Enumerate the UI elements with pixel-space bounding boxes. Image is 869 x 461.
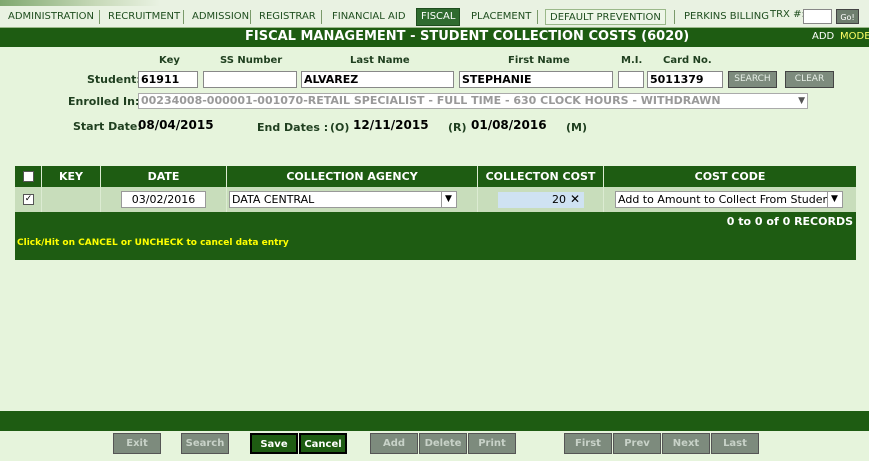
enrolled-in-select[interactable]: 00234008-000001-001070-RETAIL SPECIALIST… xyxy=(138,93,808,109)
nav-separator xyxy=(537,10,538,24)
enrolled-in-value: 00234008-000001-001070-RETAIL SPECIALIST… xyxy=(141,94,721,107)
cancel-hint: Click/Hit on CANCEL or UNCHECK to cancel… xyxy=(17,238,289,248)
mi-header: M.I. xyxy=(621,55,643,66)
nav-admission[interactable]: ADMISSION xyxy=(188,9,253,25)
mi-field[interactable] xyxy=(618,71,644,88)
col-cost-code-header: COST CODE xyxy=(694,170,766,183)
top-navigation: ADMINISTRATION RECRUITMENT ADMISSION REG… xyxy=(0,0,869,28)
end-dates-label: End Dates : xyxy=(257,121,329,134)
revised-end-label: (R) xyxy=(448,121,467,134)
nav-separator xyxy=(321,10,322,24)
first-button[interactable]: First xyxy=(564,433,612,454)
trx-label: TRX #: xyxy=(770,9,805,20)
revised-end-date: 01/08/2016 xyxy=(471,118,547,132)
column-divider xyxy=(41,166,42,212)
mode-label: MODE xyxy=(840,31,869,42)
nav-separator xyxy=(99,10,100,24)
col-date-header: DATE xyxy=(147,170,180,183)
last-button[interactable]: Last xyxy=(711,433,759,454)
ssn-header: SS Number xyxy=(220,55,283,66)
trx-input[interactable] xyxy=(803,9,832,24)
row-agency-value: DATA CENTRAL xyxy=(232,193,315,206)
go-button[interactable]: Go! xyxy=(836,9,859,24)
search-button[interactable]: SEARCH xyxy=(728,71,777,88)
first-name-header: First Name xyxy=(508,55,570,66)
row-cost-code-select[interactable]: Add to Amount to Collect From Student ▼ xyxy=(615,191,843,208)
row-agency-select[interactable]: DATA CENTRAL ▼ xyxy=(229,191,457,208)
nav-administration[interactable]: ADMINISTRATION xyxy=(4,9,98,25)
nav-financial-aid[interactable]: FINANCIAL AID xyxy=(328,9,410,25)
next-button[interactable]: Next xyxy=(662,433,710,454)
enrolled-in-label: Enrolled In: xyxy=(68,95,140,108)
card-no-header: Card No. xyxy=(663,55,712,66)
logo-strip xyxy=(0,0,160,6)
student-label: Student: xyxy=(87,73,141,86)
card-no-field[interactable]: 5011379 xyxy=(647,71,723,88)
clear-button[interactable]: CLEAR xyxy=(785,71,834,88)
start-date-value: 08/04/2015 xyxy=(138,118,214,132)
nav-perkins-billing[interactable]: PERKINS BILLING xyxy=(680,9,773,25)
clear-cost-icon[interactable]: ✕ xyxy=(570,192,580,206)
search-record-button[interactable]: Search xyxy=(181,433,229,454)
student-key-field[interactable]: 61911 xyxy=(138,71,198,88)
select-all-checkbox[interactable] xyxy=(23,171,34,182)
row-checkbox[interactable]: ✓ xyxy=(23,194,34,205)
original-end-label: (O) xyxy=(330,121,350,134)
exit-button[interactable]: Exit xyxy=(113,433,161,454)
col-agency-header: COLLECTION AGENCY xyxy=(286,170,418,183)
column-divider xyxy=(226,166,227,212)
nav-separator xyxy=(250,10,251,24)
nav-fiscal[interactable]: FISCAL xyxy=(416,8,461,26)
last-name-header: Last Name xyxy=(350,55,410,66)
grid-header: KEY DATE COLLECTION AGENCY COLLECTON COS… xyxy=(15,166,856,187)
nav-default-prevention[interactable]: DEFAULT PREVENTION xyxy=(545,9,666,25)
chevron-down-icon: ▼ xyxy=(441,192,455,207)
print-button[interactable]: Print xyxy=(468,433,516,454)
ssn-field[interactable] xyxy=(203,71,297,88)
title-bar: FISCAL MANAGEMENT - STUDENT COLLECTION C… xyxy=(0,28,869,47)
chevron-down-icon: ▼ xyxy=(798,96,805,106)
chevron-down-icon: ▼ xyxy=(827,192,841,207)
cancel-button[interactable]: Cancel xyxy=(299,433,347,454)
grid-footer: 0 to 0 of 0 RECORDS Click/Hit on CANCEL … xyxy=(15,212,856,260)
key-header: Key xyxy=(159,55,180,66)
add-button[interactable]: Add xyxy=(370,433,418,454)
col-cost-header: COLLECTON COST xyxy=(485,170,596,183)
nav-separator xyxy=(674,10,675,24)
first-name-field[interactable]: STEPHANIE xyxy=(459,71,613,88)
original-end-date: 12/11/2015 xyxy=(353,118,429,132)
prev-button[interactable]: Prev xyxy=(613,433,661,454)
column-divider xyxy=(477,166,478,212)
start-date-label: Start Date: xyxy=(73,120,142,133)
column-divider xyxy=(603,166,604,212)
add-mode-label: ADD xyxy=(812,31,835,42)
nav-placement[interactable]: PLACEMENT xyxy=(467,9,535,25)
nav-recruitment[interactable]: RECRUITMENT xyxy=(104,9,184,25)
record-count: 0 to 0 of 0 RECORDS xyxy=(726,215,853,228)
last-name-field[interactable]: ALVAREZ xyxy=(301,71,454,88)
row-cost-code-value: Add to Amount to Collect From Student xyxy=(618,193,834,206)
delete-button[interactable]: Delete xyxy=(419,433,467,454)
nav-separator xyxy=(183,10,184,24)
column-divider xyxy=(100,166,101,212)
modified-end-label: (M) xyxy=(566,121,588,134)
save-button[interactable]: Save xyxy=(250,433,298,454)
col-key-header: KEY xyxy=(58,170,83,183)
nav-registrar[interactable]: REGISTRAR xyxy=(255,9,320,25)
bottom-bar xyxy=(0,411,869,431)
row-date-input[interactable]: 03/02/2016 xyxy=(121,191,206,208)
page-title: FISCAL MANAGEMENT - STUDENT COLLECTION C… xyxy=(245,29,690,44)
